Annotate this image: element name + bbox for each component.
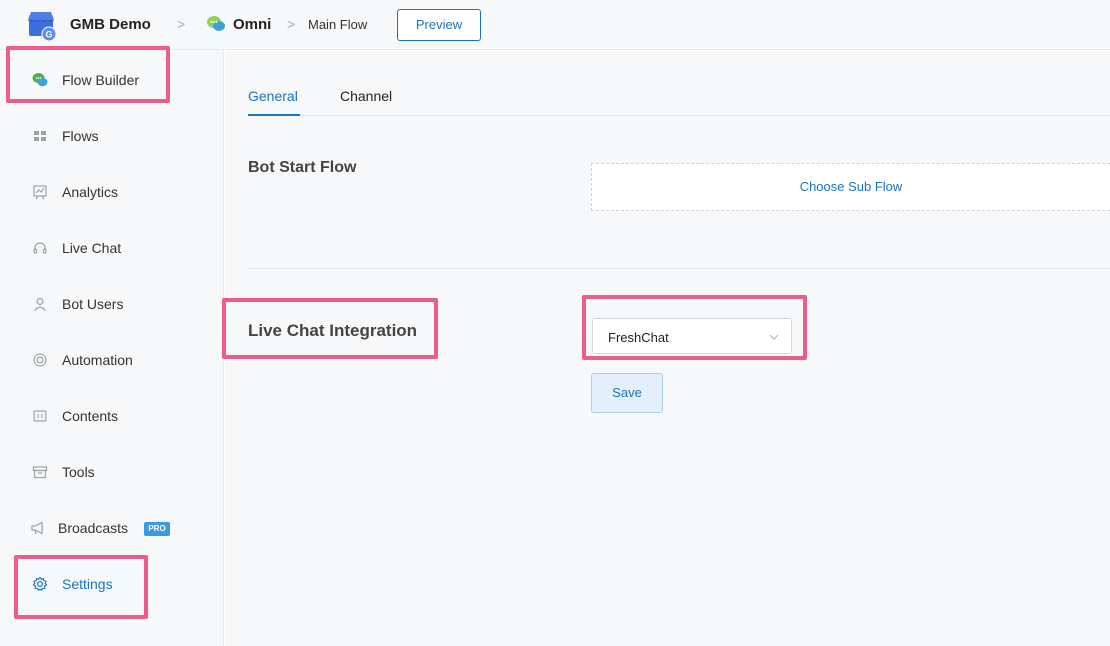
user-icon xyxy=(34,297,46,311)
megaphone-icon xyxy=(31,521,43,535)
sidebar-item-contents[interactable]: Contents xyxy=(0,396,224,436)
preview-button[interactable]: Preview xyxy=(397,9,481,41)
sidebar-item-label: Automation xyxy=(62,352,133,368)
sidebar-item-live-chat[interactable]: Live Chat xyxy=(0,228,224,268)
breadcrumb-separator: > xyxy=(287,16,296,32)
gmb-store-icon[interactable]: G xyxy=(24,8,58,42)
grid-icon xyxy=(34,131,46,141)
breadcrumb-separator: > xyxy=(177,16,186,32)
content-icon xyxy=(33,410,47,422)
bot-start-flow-title: Bot Start Flow xyxy=(248,159,357,176)
sidebar-item-label: Contents xyxy=(62,408,119,424)
sidebar-item-bot-users[interactable]: Bot Users xyxy=(0,284,224,324)
lifebuoy-icon xyxy=(33,353,47,367)
sidebar-item-label: Bot Users xyxy=(62,296,124,312)
sidebar-item-label: Broadcasts xyxy=(58,520,129,536)
tab-channel[interactable]: Channel xyxy=(340,88,392,104)
tab-bar: General Channel xyxy=(248,77,1110,116)
sidebar-item-tools[interactable]: Tools xyxy=(0,452,224,492)
highlight-settings xyxy=(14,555,148,619)
sidebar-item-label: Live Chat xyxy=(62,240,122,256)
sidebar-item-label: Flows xyxy=(62,128,99,144)
sidebar-item-automation[interactable]: Automation xyxy=(0,340,224,380)
sidebar-item-label: Analytics xyxy=(62,184,119,200)
sidebar-item-flows[interactable]: Flows xyxy=(0,116,224,156)
chart-icon xyxy=(33,185,47,200)
chat-bubble-icon xyxy=(207,16,225,31)
tab-general[interactable]: General xyxy=(248,88,298,104)
pro-badge: PRO xyxy=(144,522,170,536)
sidebar-item-label: Tools xyxy=(62,464,95,480)
highlight-live-chat-integration xyxy=(222,298,438,359)
breadcrumb-workspace[interactable]: GMB Demo xyxy=(70,16,151,33)
save-button[interactable]: Save xyxy=(591,373,663,413)
highlight-flow-builder xyxy=(6,46,170,103)
section-divider xyxy=(248,268,1110,269)
active-tab-indicator xyxy=(248,114,300,116)
sidebar-item-broadcasts[interactable]: Broadcasts PRO xyxy=(0,508,224,548)
choose-sub-flow-button[interactable]: Choose Sub Flow xyxy=(591,163,1110,211)
breadcrumb-bot[interactable]: Omni xyxy=(233,16,271,33)
svg-text:G: G xyxy=(45,30,52,40)
sidebar-item-analytics[interactable]: Analytics xyxy=(0,172,224,212)
breadcrumb-flow[interactable]: Main Flow xyxy=(308,17,367,32)
headset-icon xyxy=(33,242,47,254)
highlight-select xyxy=(582,295,807,360)
top-bar: G GMB Demo > Omni > Main Flow Preview xyxy=(0,0,1110,50)
archive-icon xyxy=(32,466,48,479)
